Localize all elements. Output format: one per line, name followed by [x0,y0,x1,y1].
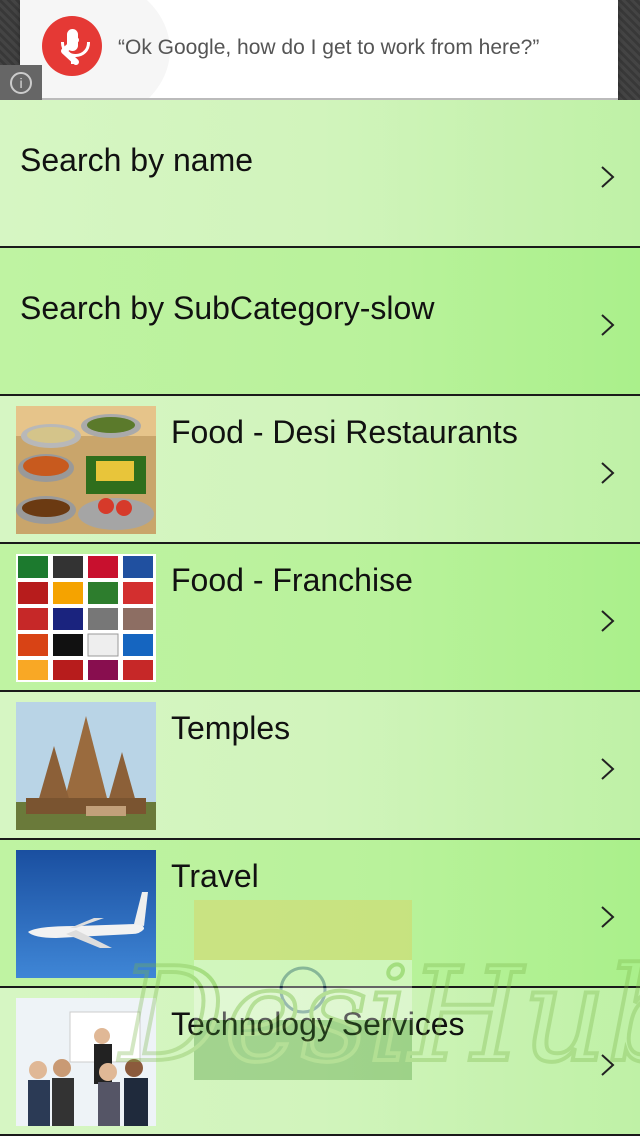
list-item-label: Search by name [20,142,254,178]
ad-banner[interactable]: “Ok Google, how do I get to work from he… [0,0,640,100]
desi-food-thumbnail [16,406,156,534]
list-item-technology-services[interactable]: Technology Services [0,988,640,1136]
list-item-search-by-name[interactable]: Search by name [0,100,640,248]
list-item-label: Search by SubCategory-slow [20,290,435,326]
list-item-label: Temples [171,710,291,746]
temple-thumbnail [16,702,156,830]
chevron-right-icon [601,758,615,780]
list-item-food-desi-restaurants[interactable]: Food - Desi Restaurants [0,396,640,544]
list-item-temples[interactable]: Temples [0,692,640,840]
list-item-travel[interactable]: Travel [0,840,640,988]
ad-info-button[interactable]: i [0,65,42,100]
ad-text: “Ok Google, how do I get to work from he… [118,36,540,59]
chevron-right-icon [601,166,615,188]
list-item-label: Technology Services [171,1006,465,1042]
list-item-label: Food - Franchise [171,562,413,598]
franchise-logos-thumbnail [16,554,156,682]
list-item-label: Food - Desi Restaurants [171,414,518,450]
category-list: Search by name Search by SubCategory-slo… [0,100,640,1136]
ad-card[interactable]: “Ok Google, how do I get to work from he… [20,0,618,100]
list-item-search-by-subcategory[interactable]: Search by SubCategory-slow [0,248,640,396]
chevron-right-icon [601,906,615,928]
list-item-label: Travel [171,858,259,894]
chevron-right-icon [601,610,615,632]
info-icon: i [10,72,32,94]
business-people-thumbnail [16,998,156,1126]
airplane-thumbnail [16,850,156,978]
chevron-right-icon [601,462,615,484]
list-item-food-franchise[interactable]: Food - Franchise [0,544,640,692]
chevron-right-icon [601,314,615,336]
chevron-right-icon [601,1054,615,1076]
back-arrow-icon[interactable] [56,36,86,66]
